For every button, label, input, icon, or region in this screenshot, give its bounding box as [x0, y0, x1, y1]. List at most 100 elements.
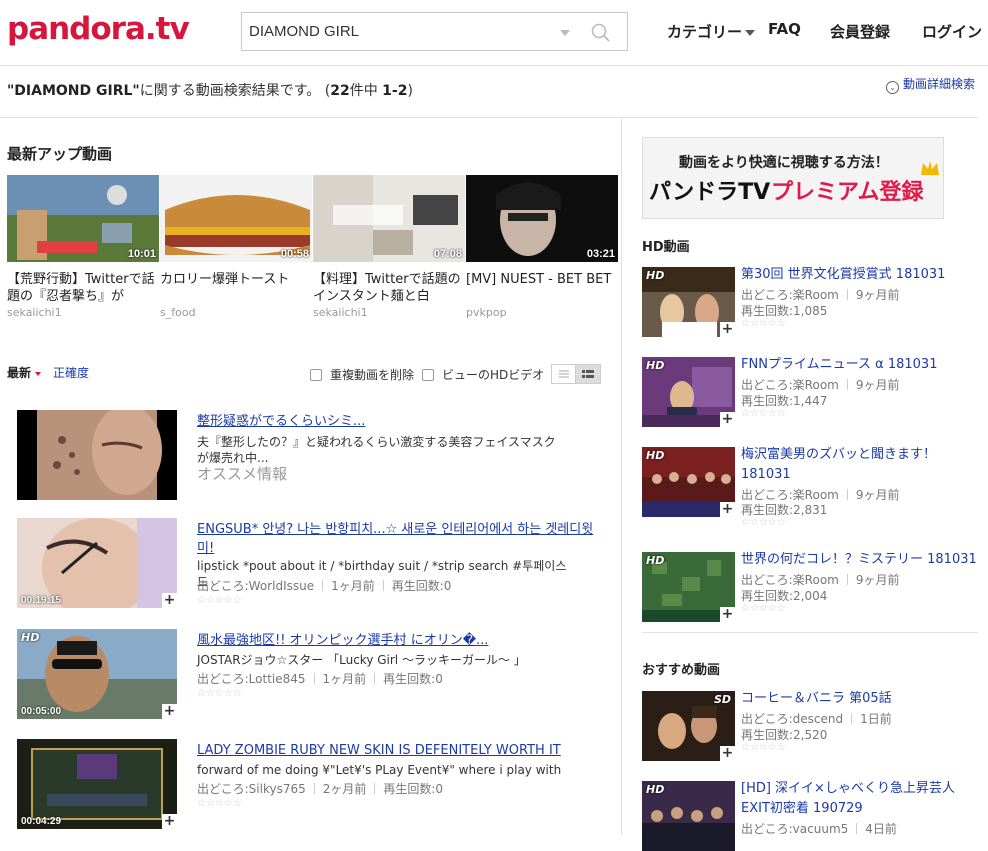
sponsored-label: オススメ情報: [197, 465, 288, 483]
divider: [0, 117, 978, 118]
latest-item[interactable]: 00:58 カロリー爆弾トースト s_food: [160, 175, 312, 319]
video-thumbnail[interactable]: 00:04:29 +: [17, 739, 177, 829]
detail-view-icon[interactable]: [576, 365, 600, 383]
add-to-playlist-icon[interactable]: +: [162, 704, 177, 719]
nav-faq[interactable]: FAQ: [768, 20, 801, 38]
hd-filter[interactable]: ビューのHDビデオ: [422, 366, 544, 383]
channel-name[interactable]: pvkpop: [466, 306, 618, 319]
video-title[interactable]: 【荒野行動】Twitterで話題の『忍者撃ち』が: [7, 271, 159, 305]
hd-badge: HD: [21, 631, 40, 644]
rating-stars: ☆☆☆☆☆: [197, 595, 242, 606]
video-title[interactable]: [HD] 深イイ×しゃべくり急上昇芸人EXIT初密着 190729: [741, 779, 981, 819]
hd-badge: HD: [646, 783, 665, 796]
nav-login[interactable]: ログイン: [922, 21, 982, 42]
result-meta: 出どころ:Lottie845 1ヶ月前 再生回数:0: [197, 672, 443, 686]
video-thumbnail[interactable]: 10:01: [7, 175, 159, 262]
duration-label: 00:05:00: [21, 706, 62, 717]
recommended-item[interactable]: SD + コーヒー＆バニラ 第05話 出どころ:descend 1日前 再生回数:2…: [642, 691, 982, 761]
view-count: 再生回数:2,004: [741, 589, 828, 603]
video-thumbnail[interactable]: 00:19:15 +: [17, 518, 177, 608]
rating-stars: ☆☆☆☆☆: [741, 318, 786, 329]
add-to-playlist-icon[interactable]: +: [720, 502, 735, 517]
video-title[interactable]: 【料理】Twitterで話題のインスタント麺と白: [313, 271, 465, 305]
recommended-title: おすすめ動画: [642, 663, 721, 678]
channel-name[interactable]: sekaiichi1: [313, 306, 465, 319]
advanced-search-link[interactable]: ⌄ 動画詳細検索: [886, 75, 975, 94]
dedupe-checkbox[interactable]: [310, 369, 322, 381]
add-to-playlist-icon[interactable]: +: [162, 593, 177, 608]
dedupe-filter[interactable]: 重複動画を削除: [310, 366, 414, 383]
video-thumbnail[interactable]: [17, 410, 177, 500]
search-result[interactable]: HD 00:05:00 + 風水最強地区!! オリンピック選手村 にオリン�..…: [17, 629, 607, 719]
nav-category[interactable]: カテゴリー: [667, 21, 756, 42]
video-title[interactable]: 第30回 世界文化賞授賞式 181031: [741, 265, 981, 285]
video-title[interactable]: FNNプライムニュース α 181031: [741, 355, 981, 375]
video-title[interactable]: コーヒー＆バニラ 第05話: [741, 689, 981, 709]
video-title[interactable]: カロリー爆弾トースト: [160, 271, 312, 305]
video-thumbnail[interactable]: 00:58: [160, 175, 312, 262]
hd-videos-title: HD動画: [642, 240, 690, 255]
list-view-icon[interactable]: [552, 365, 576, 383]
search-icon[interactable]: [590, 22, 612, 44]
video-title[interactable]: 梅沢富美男のズバッと聞きます！181031: [741, 445, 981, 485]
video-meta: 出どころ:楽Room 9ヶ月前: [741, 288, 900, 302]
sort-bar: 最新 正確度: [7, 364, 89, 381]
result-title[interactable]: 風水最強地区!! オリンピック選手村 にオリン�...: [197, 631, 597, 650]
video-thumbnail[interactable]: HD 00:05:00 +: [17, 629, 177, 719]
sort-accuracy[interactable]: 正確度: [53, 366, 89, 380]
video-thumbnail[interactable]: 07:08: [313, 175, 465, 262]
view-count: 再生回数:1,085: [741, 304, 828, 318]
video-thumbnail[interactable]: HD +: [642, 357, 735, 427]
add-to-playlist-icon[interactable]: +: [720, 412, 735, 427]
duration-label: 00:19:15: [21, 595, 62, 606]
duration-label: 00:04:29: [21, 816, 62, 827]
rating-stars: ☆☆☆☆☆: [741, 742, 786, 753]
hd-badge: HD: [646, 449, 665, 462]
latest-item[interactable]: 03:21 [MV] NUEST - BET BET pvkpop: [466, 175, 618, 319]
hd-video-item[interactable]: HD + 世界の何だコレ！？ミステリー 181031 出どころ:楽Room 9ヶ月前…: [642, 552, 982, 622]
add-to-playlist-icon[interactable]: +: [720, 746, 735, 761]
result-title[interactable]: 整形疑惑がでるくらいシミ...: [197, 412, 597, 431]
video-thumbnail[interactable]: SD +: [642, 691, 735, 761]
channel-name[interactable]: s_food: [160, 306, 312, 319]
latest-item[interactable]: 10:01 【荒野行動】Twitterで話題の『忍者撃ち』が sekaiichi…: [7, 175, 159, 319]
search-result-ad[interactable]: 整形疑惑がでるくらいシミ... 夫『整形したの？』と疑われるくらい激変する美容フ…: [17, 410, 607, 500]
view-toggle[interactable]: [551, 364, 601, 384]
add-to-playlist-icon[interactable]: +: [720, 322, 735, 337]
rating-stars: ☆☆☆☆☆: [197, 688, 242, 699]
result-title[interactable]: LADY ZOMBIE RUBY NEW SKIN IS DEFENITELY …: [197, 741, 597, 760]
search-result[interactable]: 00:04:29 + LADY ZOMBIE RUBY NEW SKIN IS …: [17, 739, 607, 829]
duration-label: 03:21: [586, 248, 615, 260]
video-title[interactable]: [MV] NUEST - BET BET: [466, 271, 618, 305]
hd-video-item[interactable]: HD + 第30回 世界文化賞授賞式 181031 出どころ:楽Room 9ヶ月前 …: [642, 267, 982, 337]
video-thumbnail[interactable]: HD +: [642, 552, 735, 622]
video-thumbnail[interactable]: HD +: [642, 267, 735, 337]
latest-item[interactable]: 07:08 【料理】Twitterで話題のインスタント麺と白 sekaiichi…: [313, 175, 465, 319]
result-title[interactable]: ENGSUB* 안녕? 나는 반항피치...☆ 새로운 인테리어에서 하는 겟레…: [197, 520, 597, 558]
hd-video-item[interactable]: HD + FNNプライムニュース α 181031 出どころ:楽Room 9ヶ月前 …: [642, 357, 982, 427]
chevron-down-circle-icon: ⌄: [886, 81, 899, 94]
video-thumbnail[interactable]: HD +: [642, 447, 735, 517]
search-input[interactable]: DIAMOND GIRL: [249, 23, 359, 40]
search-box[interactable]: DIAMOND GIRL: [241, 12, 628, 51]
hd-badge: HD: [646, 269, 665, 282]
divider: [642, 632, 978, 633]
sort-caret-icon: [35, 371, 42, 376]
pandora-logo[interactable]: pandora.tv: [7, 11, 190, 47]
hd-video-item[interactable]: HD + 梅沢富美男のズバッと聞きます！181031 出どころ:楽Room 9ヶ月前…: [642, 445, 982, 528]
search-history-dropdown-icon[interactable]: [560, 30, 570, 36]
video-thumbnail[interactable]: 03:21: [466, 175, 618, 262]
result-meta: 出どころ:Silkys765 2ヶ月前 再生回数:0: [197, 782, 444, 796]
premium-banner[interactable]: 動画をより快適に視聴する方法！ パンドラTV プレミアム登録: [642, 137, 944, 219]
add-to-playlist-icon[interactable]: +: [720, 607, 735, 622]
video-title[interactable]: 世界の何だコレ！？ミステリー 181031: [741, 550, 981, 570]
nav-register[interactable]: 会員登録: [830, 21, 890, 42]
hd-checkbox[interactable]: [422, 369, 434, 381]
banner-line1: 動画をより快適に視聴する方法！: [679, 155, 889, 171]
recommended-item[interactable]: HD [HD] 深イイ×しゃべくり急上昇芸人EXIT初密着 190729 出どこ…: [642, 779, 982, 851]
search-result[interactable]: 00:19:15 + ENGSUB* 안녕? 나는 반항피치...☆ 새로운 인…: [17, 518, 607, 608]
add-to-playlist-icon[interactable]: +: [162, 814, 177, 829]
video-thumbnail[interactable]: HD: [642, 781, 735, 851]
channel-name[interactable]: sekaiichi1: [7, 306, 159, 319]
sort-latest[interactable]: 最新: [7, 366, 31, 380]
